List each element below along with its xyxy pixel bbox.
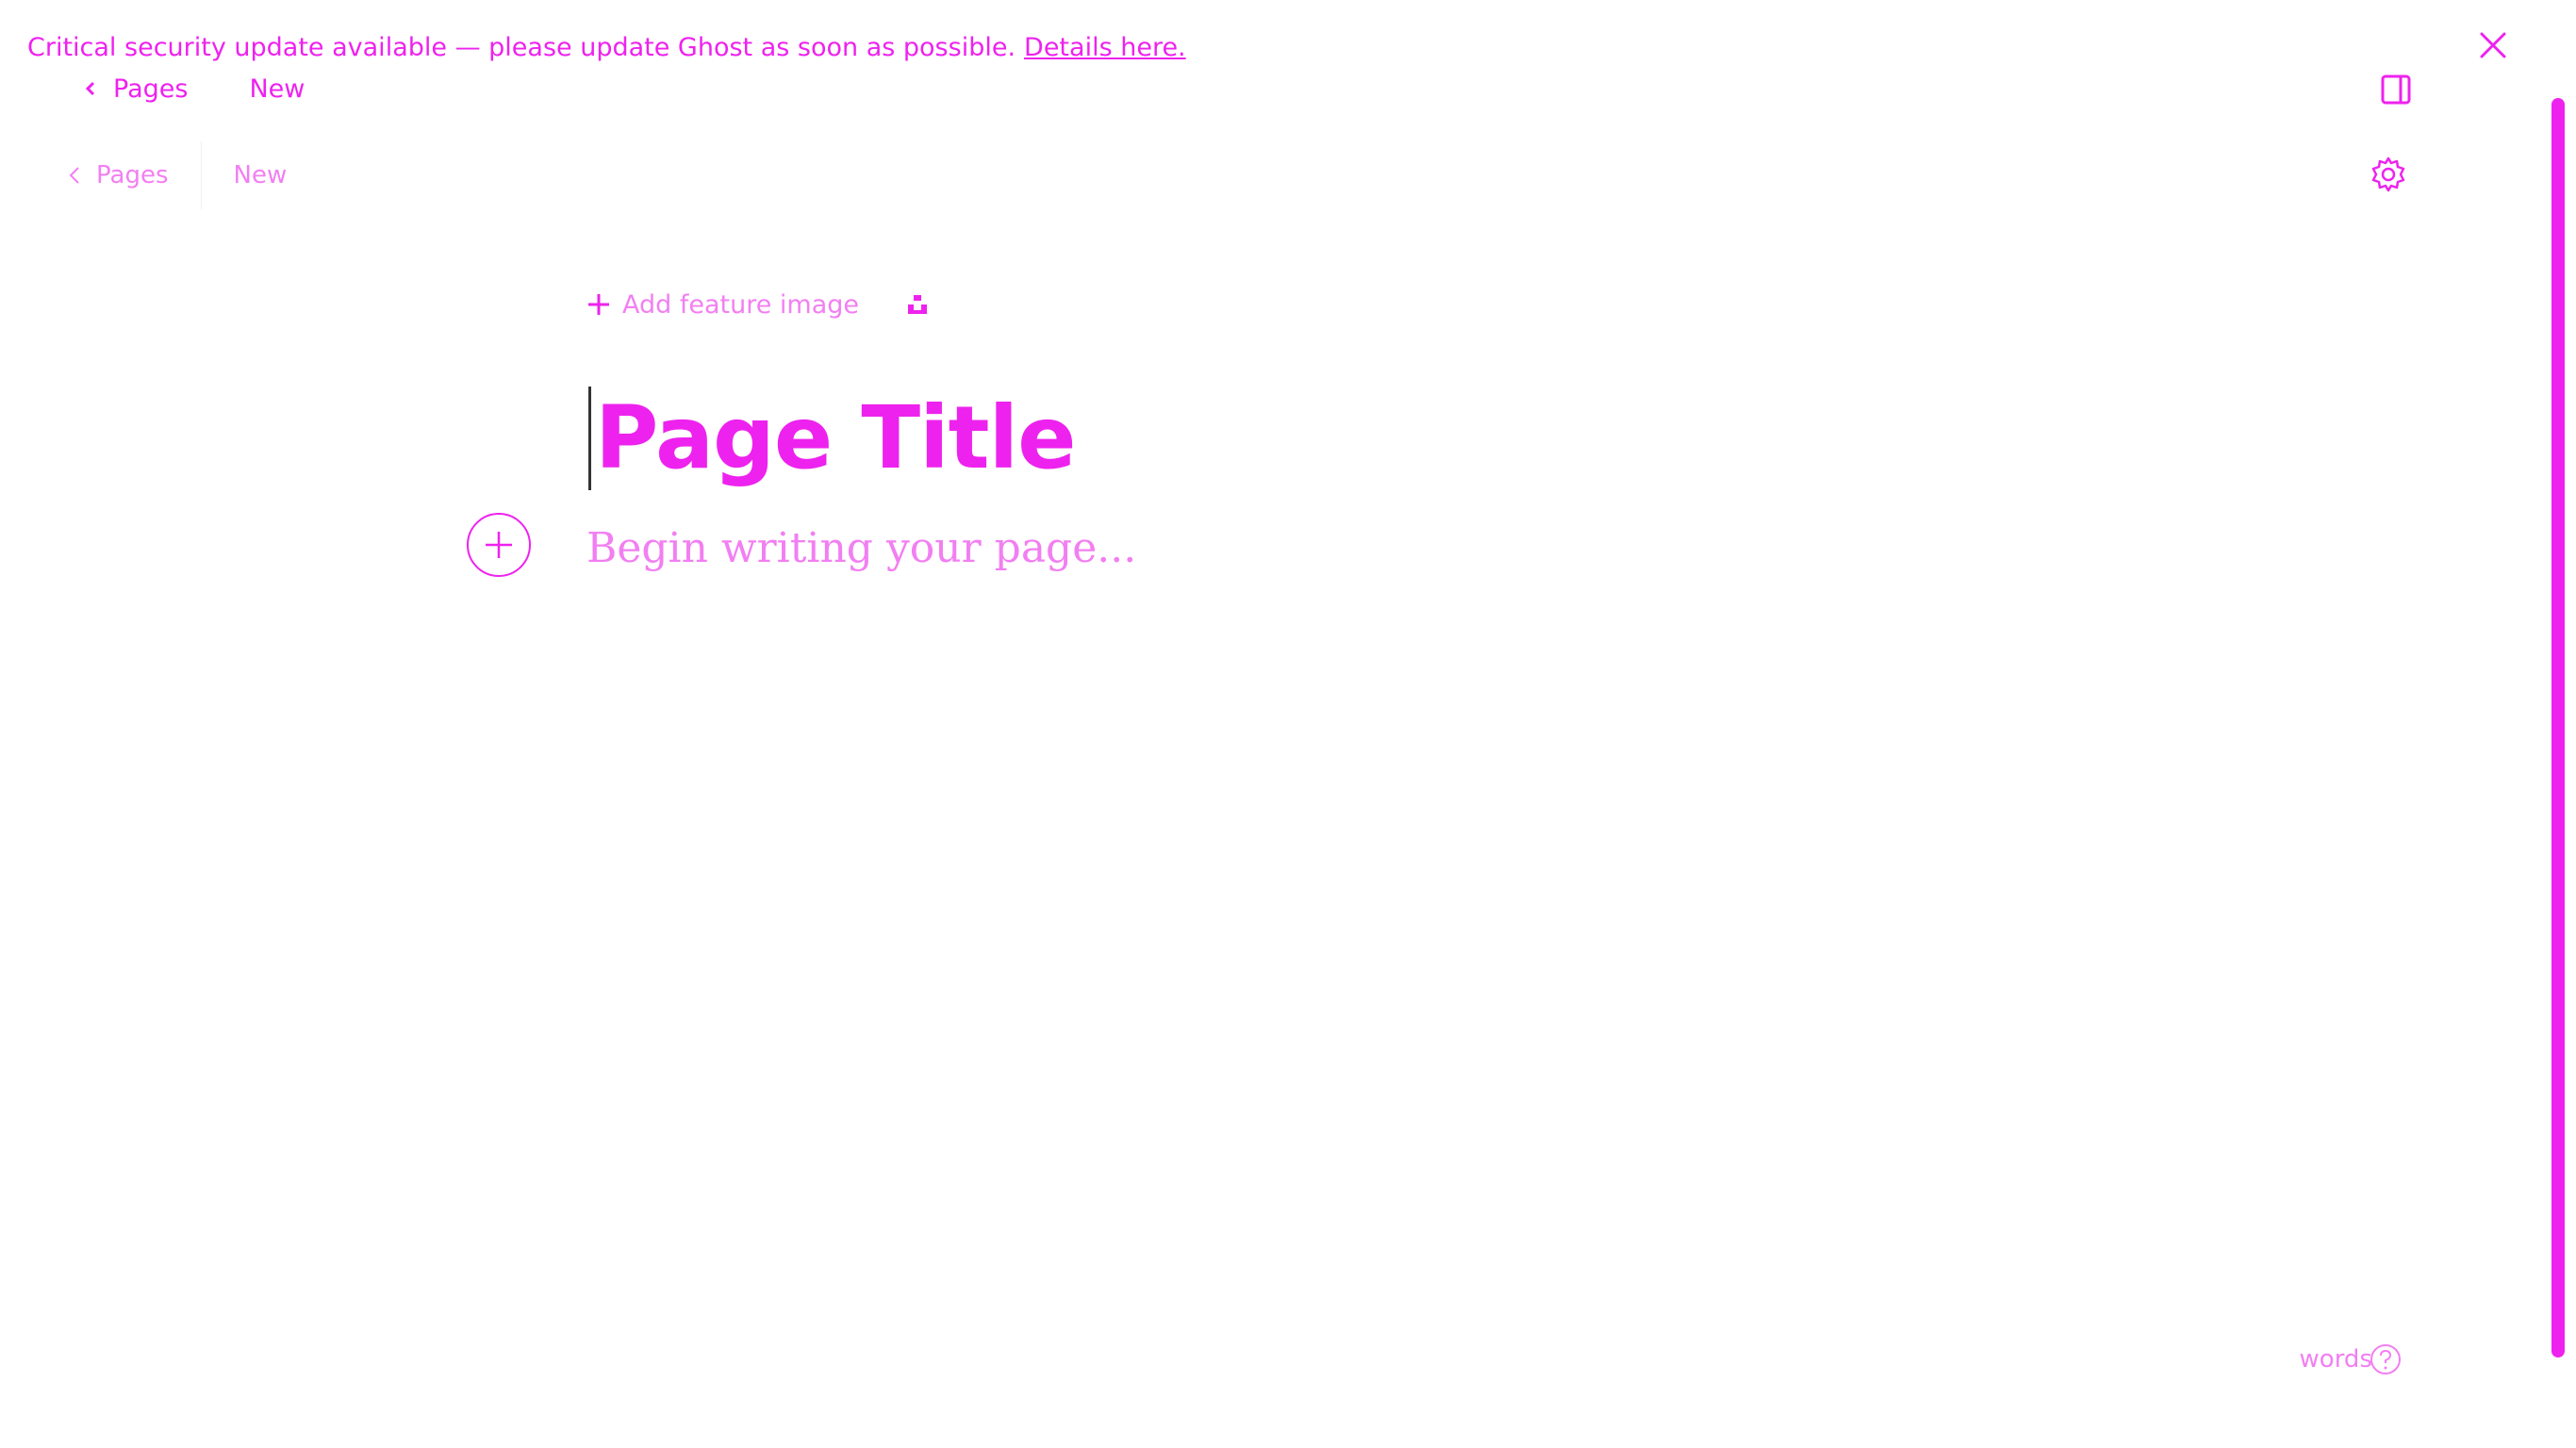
feature-image-row: Add feature image <box>586 286 931 323</box>
breadcrumb-pages-link[interactable]: Pages <box>113 74 188 104</box>
body-editor[interactable]: Begin writing your page... <box>586 520 1136 577</box>
plus-icon[interactable] <box>586 292 611 317</box>
editor-status: New <box>233 161 288 189</box>
post-status: New <box>249 74 305 104</box>
breadcrumb-editor: Pages New <box>64 141 287 209</box>
chevron-left-icon <box>69 167 79 184</box>
word-count: words <box>2299 1345 2372 1374</box>
snippet-icon[interactable] <box>904 291 931 318</box>
banner-details-link[interactable]: Details here. <box>1024 33 1186 62</box>
back-to-pages-button[interactable]: Pages <box>64 161 169 189</box>
breadcrumb-top: Pages New <box>81 70 305 107</box>
security-banner: Critical security update available — ple… <box>27 28 1186 66</box>
close-icon[interactable] <box>2476 28 2510 62</box>
title-row: Page Title <box>588 387 1077 490</box>
chevron-left-icon[interactable] <box>81 79 100 98</box>
question-icon[interactable] <box>2369 1342 2403 1376</box>
banner-message: Critical security update available — ple… <box>27 32 1016 62</box>
text-caret <box>588 387 591 490</box>
gear-icon[interactable] <box>2370 156 2407 193</box>
scrollbar[interactable] <box>2551 98 2565 1358</box>
add-feature-image-button[interactable]: Add feature image <box>622 290 859 320</box>
plus-circle-icon[interactable] <box>465 511 533 579</box>
breadcrumb-divider <box>200 141 202 209</box>
sidebar-toggle-icon[interactable] <box>2380 74 2412 106</box>
back-label: Pages <box>96 161 169 189</box>
page-title-input[interactable]: Page Title <box>595 387 1077 490</box>
